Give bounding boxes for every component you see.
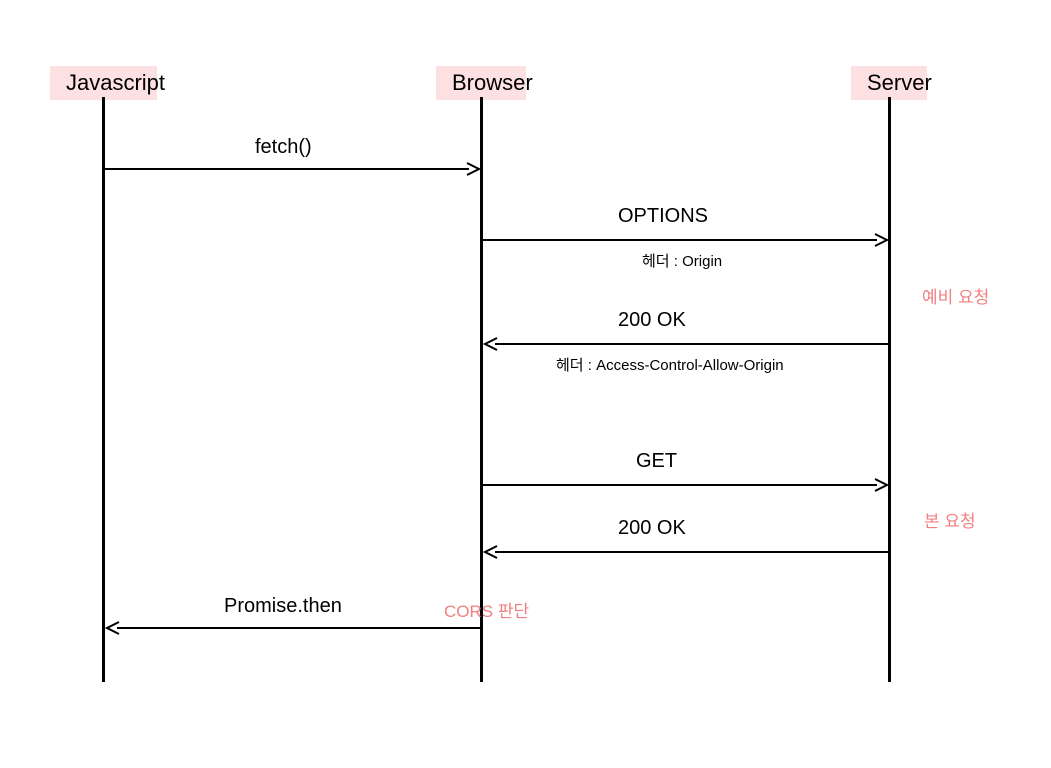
label-fetch: fetch(): [255, 136, 312, 159]
arrow-get-response: [483, 545, 889, 559]
annotation-preflight: 예비 요청: [922, 283, 989, 308]
lifeline-javascript: [102, 97, 105, 682]
label-options-header: 헤더 : Origin: [642, 250, 722, 271]
arrow-fetch: [105, 162, 481, 176]
annotation-cors-check: CORS 판단: [444, 597, 529, 622]
arrow-get: [483, 478, 889, 492]
arrow-options-response: [483, 337, 889, 351]
label-options-response-header: 헤더 : Access-Control-Allow-Origin: [556, 354, 784, 375]
label-promise: Promise.then: [224, 595, 342, 618]
lifeline-server: [888, 97, 891, 682]
label-get-response: 200 OK: [618, 517, 686, 540]
lifeline-browser: [480, 97, 483, 682]
label-options-response: 200 OK: [618, 309, 686, 332]
label-get: GET: [636, 450, 677, 473]
participant-javascript: Javascript: [50, 66, 157, 100]
arrow-options: [483, 233, 889, 247]
label-options: OPTIONS: [618, 205, 708, 228]
participant-server: Server: [851, 66, 927, 100]
annotation-main-request: 본 요청: [924, 507, 976, 532]
arrow-promise: [105, 621, 481, 635]
participant-browser: Browser: [436, 66, 526, 100]
